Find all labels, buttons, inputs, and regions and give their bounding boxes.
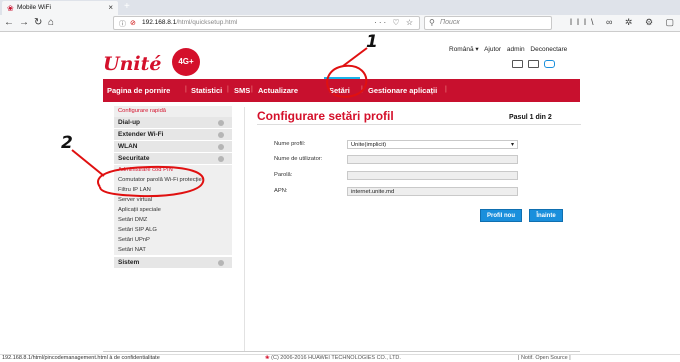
annotation-arrow-1	[342, 47, 368, 67]
annotation-number-2: 2	[61, 133, 73, 153]
pin-item-highlight-circle	[97, 165, 205, 198]
annotation-arrow-2	[71, 149, 105, 177]
annotation-overlay	[71, 47, 368, 198]
open-source-link[interactable]: | Notif. Open Source |	[518, 355, 571, 361]
settings-highlight-circle	[326, 64, 368, 98]
status-bar: 192.168.8.1/html/pincodemanagement.html …	[0, 354, 680, 362]
status-url: 192.168.8.1/html/pincodemanagement.html …	[2, 355, 160, 361]
annotation-number-1: 1	[366, 32, 378, 52]
copyright: ❀ (C) 2006-2016 HUAWEI TECHNOLOGIES CO.,…	[265, 355, 401, 361]
huawei-logo-icon: ❀	[265, 355, 270, 361]
